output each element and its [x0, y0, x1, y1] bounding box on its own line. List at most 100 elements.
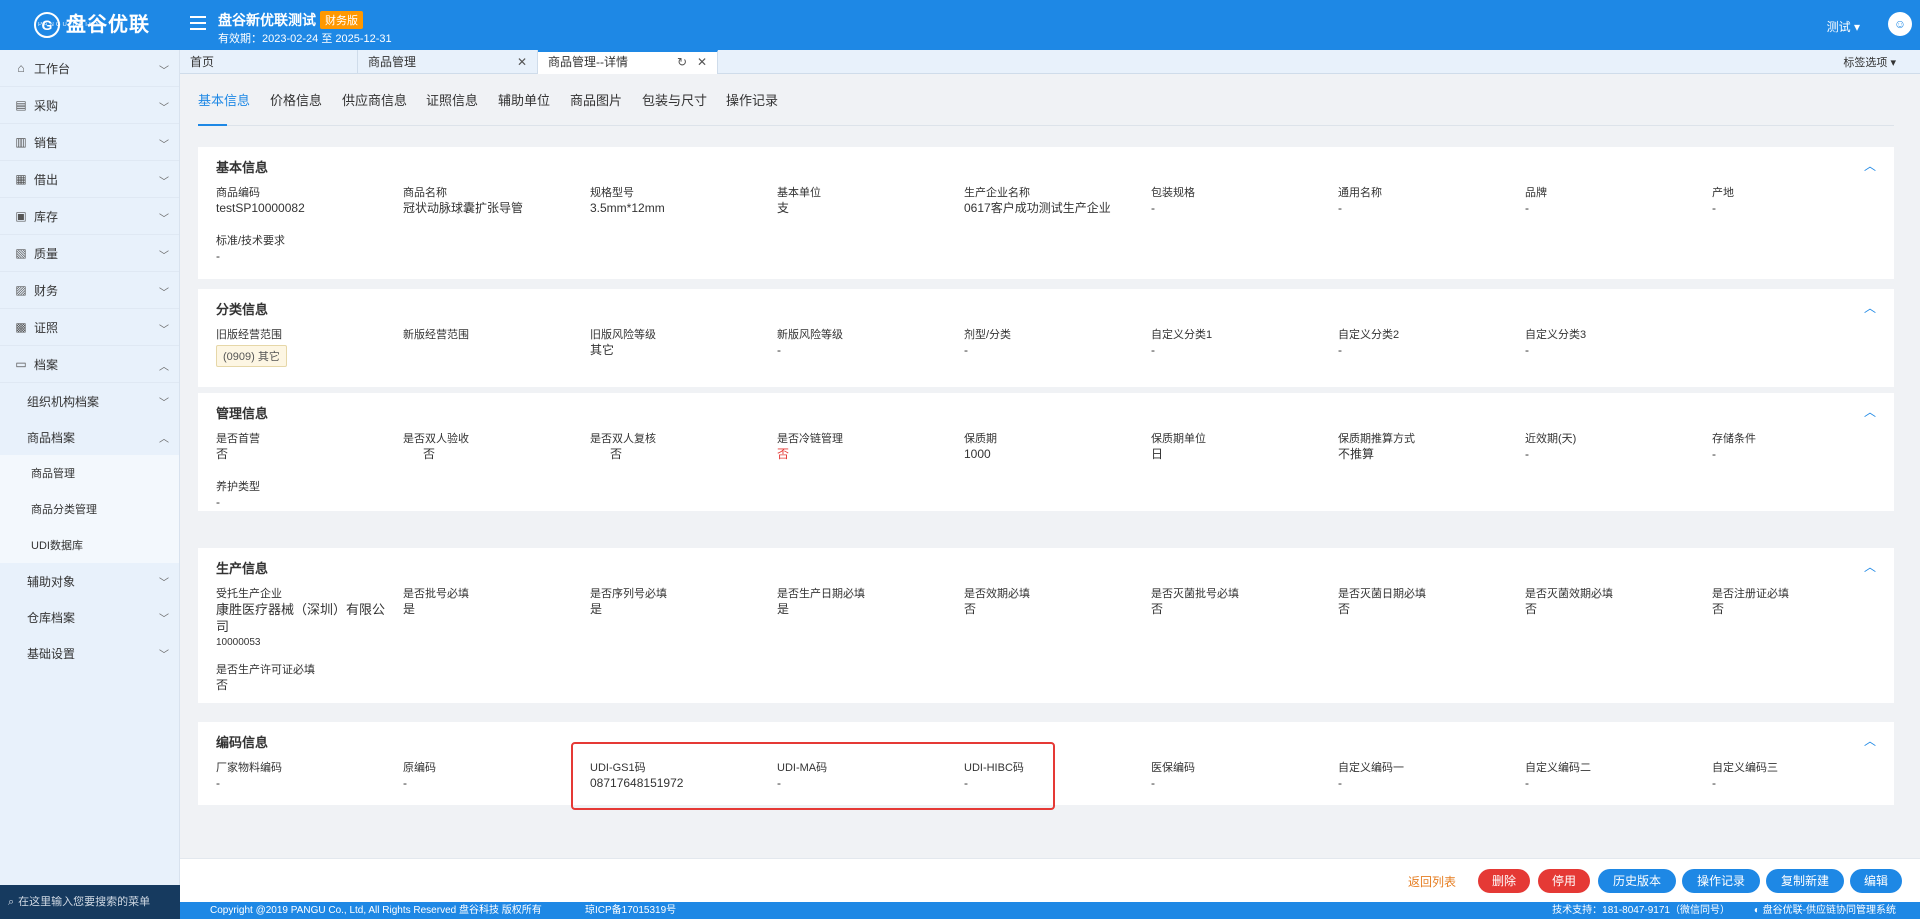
tab-goods-manage[interactable]: 商品管理 ✕ [358, 50, 538, 74]
action-bar: 返回列表 删除 停用 历史版本 操作记录 复制新建 编辑 [180, 858, 1920, 902]
sales-icon: ▥ [15, 135, 27, 149]
edit-button[interactable]: 编辑 [1850, 869, 1902, 893]
field-brand: 品牌 - [1525, 186, 1700, 216]
field-batch-required: 是否批号必填是 [403, 587, 578, 617]
sidebar-leaf-goods-manage[interactable]: 商品管理 [0, 455, 179, 491]
close-icon[interactable]: ✕ [517, 50, 527, 74]
field-value: 否 [964, 602, 977, 616]
sidebar-sub-org[interactable]: 组织机构档案 ﹀ [0, 383, 179, 419]
history-version-button[interactable]: 历史版本 [1598, 869, 1676, 893]
chevron-down-icon: ﹀ [159, 650, 169, 661]
icp-link[interactable]: 琼ICP备17015319号 [585, 902, 676, 919]
section-title: 管理信息 [216, 406, 269, 421]
field-old-scope: 旧版经营范围 (0909) 其它 [216, 328, 391, 367]
sidebar-sub-label: 组织机构档案 [27, 394, 100, 409]
chevron-up-icon[interactable]: ︿ [1864, 403, 1876, 420]
finance-icon: ▨ [15, 283, 27, 297]
sidebar-item-quality[interactable]: ▧ 质量 ﹀ [0, 235, 179, 272]
field-value: 否 [777, 447, 790, 461]
field-reg-cert-required: 是否注册证必填否 [1712, 587, 1887, 617]
menu-search-input[interactable] [18, 896, 169, 908]
field-label: 是否双人验收 [403, 433, 469, 445]
chevron-up-icon[interactable]: ︿ [1864, 732, 1876, 749]
refresh-icon[interactable]: ↻ [677, 52, 687, 72]
subtab-price[interactable]: 价格信息 [270, 90, 322, 109]
field-label: 是否冷链管理 [777, 433, 843, 445]
field-custom-cat-3: 自定义分类3 - [1525, 328, 1700, 358]
purchase-icon: ▤ [15, 98, 27, 112]
disable-button[interactable]: 停用 [1538, 869, 1590, 893]
subtab-package[interactable]: 包装与尺寸 [642, 90, 707, 109]
sidebar-item-inventory[interactable]: ▣ 库存 ﹀ [0, 198, 179, 235]
tab-goods-detail[interactable]: 商品管理--详情 ↻ ✕ [538, 50, 718, 74]
field-goods-code: 商品编码 testSP10000082 [216, 186, 391, 216]
subtab-oplog[interactable]: 操作记录 [726, 90, 778, 109]
field-shelf-life-method: 保质期推算方式 不推算 [1338, 432, 1513, 462]
field-value: - [1338, 776, 1342, 790]
chevron-up-icon[interactable]: ︿ [1864, 299, 1876, 316]
field-value: 否 [1525, 602, 1538, 616]
subtab-basic[interactable]: 基本信息 [198, 90, 250, 109]
subtab-supplier[interactable]: 供应商信息 [342, 90, 407, 109]
sidebar-sub-goods[interactable]: 商品档案 ︿ [0, 419, 179, 455]
delete-button[interactable]: 删除 [1478, 869, 1530, 893]
sidebar-item-lend[interactable]: ▦ 借出 ﹀ [0, 161, 179, 198]
field-factory-code: 厂家物料编码 - [216, 761, 391, 791]
field-value: - [964, 343, 968, 357]
field-label: 是否生产许可证必填 [216, 664, 315, 676]
sidebar-leaf-goods-category[interactable]: 商品分类管理 [0, 491, 179, 527]
menu-toggle-icon[interactable] [190, 12, 206, 38]
subtab-license[interactable]: 证照信息 [426, 90, 478, 109]
back-to-list-link[interactable]: 返回列表 [1408, 873, 1456, 890]
user-menu[interactable]: 测试 ▾ [1827, 18, 1860, 35]
system-name: ◐ 盘谷优联-供应链协同管理系统 [1753, 905, 1896, 916]
chevron-down-icon: ﹀ [159, 214, 169, 225]
close-icon[interactable]: ✕ [697, 52, 707, 72]
chevron-up-icon[interactable]: ︿ [1864, 558, 1876, 575]
sidebar-sub-warehouse[interactable]: 仓库档案 ﹀ [0, 599, 179, 635]
edition-badge: 财务版 [320, 11, 363, 29]
field-goods-name: 商品名称 冠状动脉球囊扩张导管 [403, 186, 578, 216]
avatar[interactable]: ☺ [1888, 12, 1912, 36]
field-label: 规格型号 [590, 187, 634, 199]
main-content: 基本信息 价格信息 供应商信息 证照信息 辅助单位 商品图片 包装与尺寸 操作记… [180, 74, 1920, 858]
field-steril-batch-required: 是否灭菌批号必填否 [1151, 587, 1326, 617]
sidebar-item-label: 财务 [34, 283, 59, 298]
tech-support-text: 技术支持：181-8047-9171（微信同号） [1552, 905, 1730, 916]
field-value: 其它 [590, 343, 615, 357]
copy-new-button[interactable]: 复制新建 [1766, 869, 1844, 893]
sidebar-item-sales[interactable]: ▥ 销售 ﹀ [0, 124, 179, 161]
sidebar-leaf-udi-database[interactable]: UDI数据库 [0, 527, 179, 563]
field-new-risk: 新版风险等级 - [777, 328, 952, 358]
sidebar-item-finance[interactable]: ▨ 财务 ﹀ [0, 272, 179, 309]
field-package-spec: 包装规格 - [1151, 186, 1326, 216]
sidebar-item-workbench[interactable]: ⌂ 工作台 ﹀ [0, 50, 179, 87]
sidebar-item-purchase[interactable]: ▤ 采购 ﹀ [0, 87, 179, 124]
field-first-business: 是否首营否 [216, 432, 391, 462]
field-label: 是否序列号必填 [590, 588, 667, 600]
sidebar-sub-aux[interactable]: 辅助对象 ﹀ [0, 563, 179, 599]
chevron-down-icon: ﹀ [159, 398, 169, 409]
sidebar-item-license[interactable]: ▩ 证照 ﹀ [0, 309, 179, 346]
subtab-aux-unit[interactable]: 辅助单位 [498, 90, 550, 109]
chevron-down-icon: ﹀ [159, 140, 169, 151]
operation-log-button[interactable]: 操作记录 [1682, 869, 1760, 893]
field-custom-code-2: 自定义编码二 - [1525, 761, 1700, 791]
field-value: - [1712, 201, 1716, 215]
field-value: 否 [423, 447, 436, 461]
field-label: 新版经营范围 [403, 329, 469, 341]
field-label: 是否灭菌效期必填 [1525, 588, 1613, 600]
field-original-code: 原编码 - [403, 761, 578, 791]
tab-label: 商品管理--详情 [548, 55, 628, 69]
section-title: 基本信息 [216, 160, 269, 175]
field-label: 自定义编码一 [1338, 762, 1404, 774]
field-label: 存储条件 [1712, 433, 1756, 445]
tab-home[interactable]: 首页 [180, 50, 358, 74]
sidebar-item-archive[interactable]: ▭ 档案 ︿ [0, 346, 179, 383]
field-maintenance-type: 养护类型 - [216, 480, 391, 510]
inventory-icon: ▣ [15, 209, 27, 223]
chevron-up-icon[interactable]: ︿ [1864, 157, 1876, 174]
subtab-images[interactable]: 商品图片 [570, 90, 622, 109]
tab-options[interactable]: 标签选项 ▾ [1843, 54, 1896, 70]
sidebar-sub-basic[interactable]: 基础设置 ﹀ [0, 635, 179, 671]
